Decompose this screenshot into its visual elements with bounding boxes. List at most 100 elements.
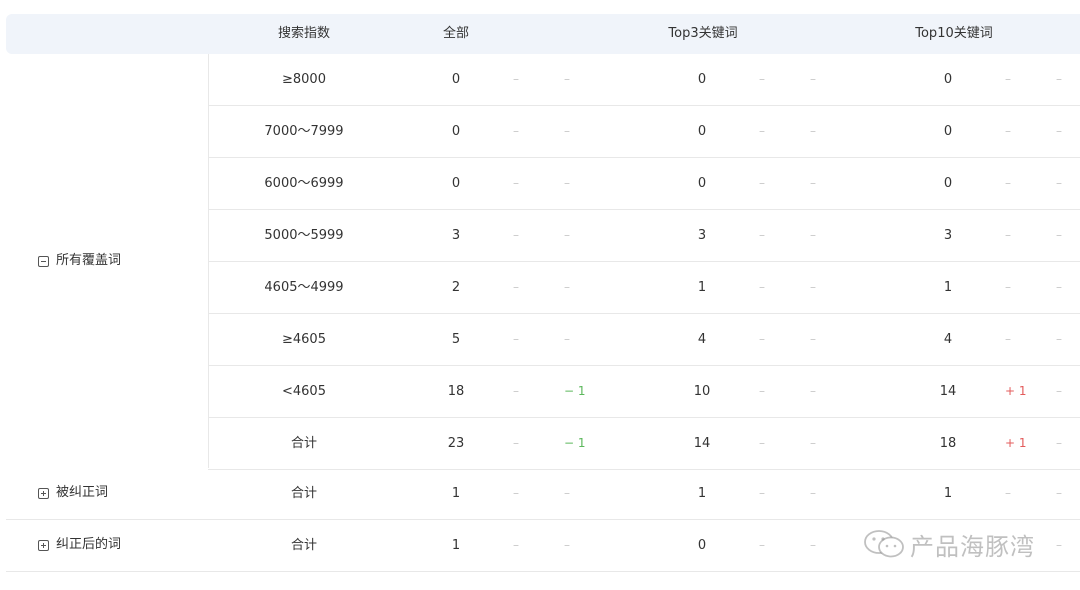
cell-top3: 14 bbox=[693, 436, 711, 451]
cell-range: 5000～5999 bbox=[264, 228, 344, 243]
cell-all-change-2: – bbox=[564, 538, 570, 552]
table-row: 6000～6999 0 – – 0 – – 0 – – bbox=[208, 158, 1080, 210]
cell-top3-change-2: – bbox=[810, 124, 816, 138]
cell-all-change-1: – bbox=[513, 124, 519, 138]
group-label-corrected: 被纠正词 bbox=[56, 485, 109, 500]
cell-all-change-2: – bbox=[564, 228, 570, 242]
cell-top10: 1 bbox=[943, 280, 953, 295]
cell-range: <4605 bbox=[282, 384, 326, 399]
cell-all-change-1: – bbox=[513, 332, 519, 346]
cell-top10-change-2: – bbox=[1056, 280, 1062, 294]
cell-all-change-2: – bbox=[564, 332, 570, 346]
table-row: 合计 23 – − 1 14 – – 18 + 1 – bbox=[208, 418, 1080, 470]
cell-top3-change-1: – bbox=[759, 176, 765, 190]
cell-top3: 10 bbox=[693, 384, 711, 399]
cell-top3-change-1: – bbox=[759, 124, 765, 138]
cell-all-change-2: – bbox=[564, 176, 570, 190]
table-row-corrected: 被纠正词 合计 1 – – 1 – – 1 – – bbox=[6, 468, 1080, 520]
cell-range: 合计 bbox=[290, 538, 317, 553]
cell-top3: 0 bbox=[697, 72, 707, 87]
cell-top10-change-2: – bbox=[1056, 124, 1062, 138]
expand-icon[interactable] bbox=[38, 487, 49, 499]
cell-range: 4605～4999 bbox=[264, 280, 344, 295]
cell-top10: 0 bbox=[943, 72, 953, 87]
cell-top3: 0 bbox=[697, 124, 707, 139]
cell-top10: 3 bbox=[943, 228, 953, 243]
cell-top3-change-1: – bbox=[759, 384, 765, 398]
cell-all: 2 bbox=[451, 280, 461, 295]
cell-top10: 14 bbox=[939, 384, 957, 399]
table-row: ≥8000 0 – – 0 – – 0 – – bbox=[208, 54, 1080, 106]
cell-range: 7000～7999 bbox=[264, 124, 344, 139]
cell-top3: 1 bbox=[697, 486, 707, 501]
cell-all: 3 bbox=[451, 228, 461, 243]
cell-top3-change-2: – bbox=[810, 332, 816, 346]
header-all: 全部 bbox=[442, 26, 469, 41]
cell-top10: 18 bbox=[939, 436, 957, 451]
cell-top3-change-2: – bbox=[810, 436, 816, 450]
table-row: 7000～7999 0 – – 0 – – 0 – – bbox=[208, 106, 1080, 158]
cell-top10-change-1: – bbox=[1005, 486, 1011, 500]
cell-top10-change-2: – bbox=[1056, 436, 1062, 450]
table-row: 4605～4999 2 – – 1 – – 1 – – bbox=[208, 262, 1080, 314]
expand-icon[interactable] bbox=[38, 539, 49, 551]
cell-all-change-1: – bbox=[513, 228, 519, 242]
group-label-all-words: 所有覆盖词 bbox=[56, 253, 122, 268]
keyword-coverage-table: 搜索指数 全部 Top3关键词 Top10关键词 所有覆盖词 ≥8000 0 – – 0… bbox=[6, 14, 1080, 572]
cell-top10-change-1: + 1 bbox=[1005, 384, 1027, 398]
table-row: 5000～5999 3 – – 3 – – 3 – – bbox=[208, 210, 1080, 262]
cell-top10-change-2: – bbox=[1056, 72, 1062, 86]
cell-top3-change-1: – bbox=[759, 538, 765, 552]
cell-all-change-1: – bbox=[513, 176, 519, 190]
cell-all: 23 bbox=[447, 436, 465, 451]
watermark: 产品海豚湾 bbox=[862, 528, 1035, 561]
table-row: <4605 18 – − 1 10 – – 14 + 1 – bbox=[208, 366, 1080, 418]
cell-top10-change-1: – bbox=[1005, 228, 1011, 242]
cell-all: 5 bbox=[451, 332, 461, 347]
group-toggle-after-corrected[interactable]: 纠正后的词 bbox=[38, 535, 121, 555]
cell-all-change-1: – bbox=[513, 486, 519, 500]
cell-top10-change-1: + 1 bbox=[1005, 436, 1027, 450]
cell-top3-change-1: – bbox=[759, 486, 765, 500]
cell-top10-change-1: – bbox=[1005, 72, 1011, 86]
cell-top3-change-1: – bbox=[759, 228, 765, 242]
cell-top3-change-1: – bbox=[759, 280, 765, 294]
cell-top3: 0 bbox=[697, 176, 707, 191]
cell-top10-change-1: – bbox=[1005, 332, 1011, 346]
cell-top3-change-2: – bbox=[810, 538, 816, 552]
cell-all: 0 bbox=[451, 176, 461, 191]
cell-top10-change-2: – bbox=[1056, 384, 1062, 398]
collapse-icon[interactable] bbox=[38, 255, 49, 267]
cell-all-change-1: – bbox=[513, 538, 519, 552]
cell-all-change-1: – bbox=[513, 72, 519, 86]
group-toggle-corrected[interactable]: 被纠正词 bbox=[38, 483, 108, 503]
cell-all-change-2: − 1 bbox=[564, 436, 586, 450]
cell-top10-change-2: – bbox=[1056, 486, 1062, 500]
cell-top10: 1 bbox=[943, 486, 953, 501]
cell-range: ≥8000 bbox=[282, 72, 326, 87]
cell-top10-change-1: – bbox=[1005, 124, 1011, 138]
cell-top3: 0 bbox=[697, 538, 707, 553]
cell-all-change-2: – bbox=[564, 280, 570, 294]
cell-top10: 0 bbox=[943, 176, 953, 191]
cell-top10-change-1: – bbox=[1005, 176, 1011, 190]
cell-top10-change-2: – bbox=[1056, 176, 1062, 190]
cell-all: 0 bbox=[451, 124, 461, 139]
table-header: 搜索指数 全部 Top3关键词 Top10关键词 bbox=[6, 14, 1080, 54]
cell-top10: 0 bbox=[943, 124, 953, 139]
header-top3: Top3关键词 bbox=[668, 26, 738, 41]
cell-top3: 1 bbox=[697, 280, 707, 295]
cell-range: ≥4605 bbox=[282, 332, 326, 347]
cell-top10-change-2: – bbox=[1056, 228, 1062, 242]
cell-top3-change-2: – bbox=[810, 176, 816, 190]
cell-top3-change-2: – bbox=[810, 486, 816, 500]
wechat-icon bbox=[864, 530, 904, 558]
cell-top3: 4 bbox=[697, 332, 707, 347]
cell-all-change-2: – bbox=[564, 486, 570, 500]
group-toggle-all-words[interactable]: 所有覆盖词 bbox=[38, 251, 121, 271]
cell-all-change-2: – bbox=[564, 124, 570, 138]
cell-top10-change-2: – bbox=[1056, 332, 1062, 346]
table-row: ≥4605 5 – – 4 – – 4 – – bbox=[208, 314, 1080, 366]
cell-all-change-1: – bbox=[513, 280, 519, 294]
cell-all: 18 bbox=[447, 384, 465, 399]
